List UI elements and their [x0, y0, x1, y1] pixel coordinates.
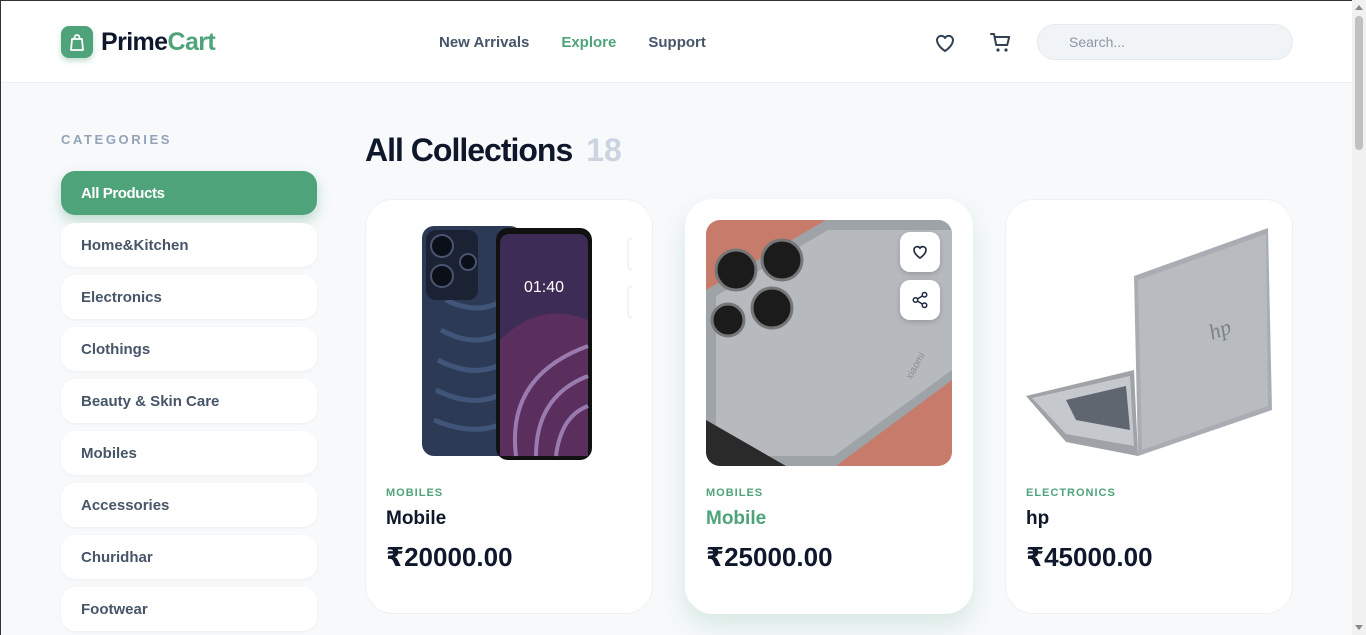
share-icon	[912, 291, 928, 309]
page: PrimeCart New Arrivals Explore Support C…	[0, 0, 1352, 635]
main-nav: New Arrivals Explore Support	[439, 34, 738, 51]
nav-explore[interactable]: Explore	[561, 34, 616, 51]
heart-icon	[913, 245, 927, 259]
product-price: ₹25000.00	[706, 542, 833, 572]
brand-logo[interactable]: PrimeCart	[61, 26, 216, 58]
scrollbar-thumb[interactable]	[1355, 16, 1363, 150]
heart-icon[interactable]	[933, 31, 957, 55]
category-mobiles[interactable]: Mobiles	[61, 431, 317, 475]
category-electronics[interactable]: Electronics	[61, 275, 317, 319]
category-footwear[interactable]: Footwear	[61, 587, 317, 631]
svg-text:01:40: 01:40	[524, 279, 564, 296]
category-beauty-skin-care[interactable]: Beauty & Skin Care	[61, 379, 317, 423]
product-name[interactable]: hp	[1026, 508, 1049, 530]
top-header: PrimeCart New Arrivals Explore Support	[1, 1, 1352, 83]
product-price: ₹20000.00	[386, 542, 513, 572]
product-image-smartphone[interactable]: 01:40	[386, 220, 632, 466]
product-price: ₹45000.00	[1026, 542, 1153, 572]
cart-icon[interactable]	[989, 31, 1013, 55]
page-title: All Collections	[365, 132, 573, 168]
product-count: 18	[586, 132, 622, 168]
share-button[interactable]	[900, 280, 940, 320]
product-image-hp-laptop[interactable]: hp	[1026, 220, 1272, 466]
brand-name: PrimeCart	[101, 27, 216, 57]
category-all-products[interactable]: All Products	[61, 171, 317, 215]
scroll-down-arrow-icon[interactable]	[1355, 625, 1363, 630]
categories-title: CATEGORIES	[61, 132, 172, 147]
category-accessories[interactable]: Accessories	[61, 483, 317, 527]
page-scrollbar[interactable]	[1352, 0, 1366, 635]
shopping-bag-icon	[61, 26, 93, 58]
product-category: MOBILES	[706, 487, 764, 499]
collections-heading: All Collections 18	[365, 132, 622, 169]
nav-new-arrivals[interactable]: New Arrivals	[439, 34, 529, 51]
category-churidhar[interactable]: Churidhar	[61, 535, 317, 579]
scroll-up-arrow-icon[interactable]	[1355, 5, 1363, 10]
nav-support[interactable]: Support	[648, 34, 706, 51]
product-name[interactable]: Mobile	[706, 508, 766, 530]
product-name[interactable]: Mobile	[386, 508, 446, 530]
category-clothings[interactable]: Clothings	[61, 327, 317, 371]
product-category: MOBILES	[386, 487, 444, 499]
brand-name-part2: Cart	[167, 27, 216, 56]
search-input[interactable]	[1037, 24, 1293, 60]
brand-name-part1: Prime	[101, 27, 168, 56]
product-card[interactable]: xiaomi MOBILES Mobile ₹25000.00	[685, 199, 973, 614]
wishlist-button[interactable]	[900, 232, 940, 272]
product-card[interactable]: 01:40 MOBILES Mobile ₹20000.00	[365, 199, 653, 614]
category-home-kitchen[interactable]: Home&Kitchen	[61, 223, 317, 267]
product-card[interactable]: hp ELECTRONICS hp ₹45000.00	[1005, 199, 1293, 614]
product-category: ELECTRONICS	[1026, 487, 1116, 499]
